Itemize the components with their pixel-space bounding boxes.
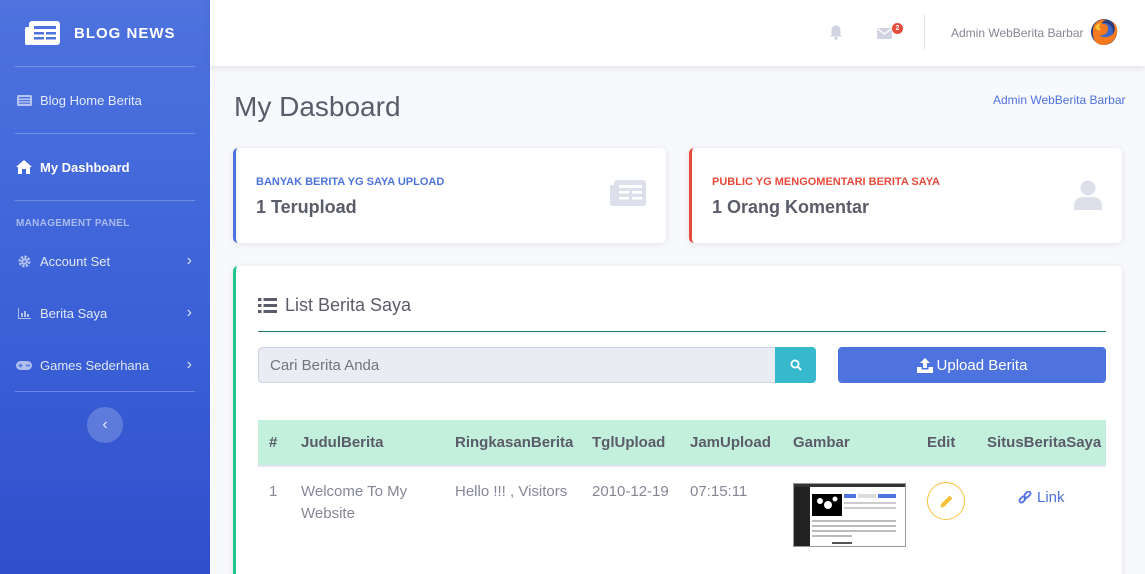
home-icon xyxy=(16,160,32,174)
sidebar-item-berita-saya[interactable]: Berita Saya › xyxy=(0,287,210,339)
topbar-divider xyxy=(924,14,925,50)
user-icon xyxy=(1074,180,1102,210)
pencil-icon xyxy=(940,495,952,507)
cell-tgl-upload: 2010-12-19 xyxy=(592,483,669,500)
column-header: Gambar xyxy=(782,420,916,467)
link-icon xyxy=(1018,491,1032,504)
stat-card-uploads: BANYAK BERITA YG SAYA UPLOAD 1 Terupload xyxy=(233,148,666,243)
upload-berita-button[interactable]: Upload Berita xyxy=(838,347,1106,383)
firefox-avatar-icon[interactable] xyxy=(1089,17,1119,47)
mail-count-badge: 2 xyxy=(892,23,903,34)
sidebar-toggle-button[interactable]: ‹ xyxy=(87,407,123,443)
newspaper-icon xyxy=(610,180,646,206)
stat-label: BANYAK BERITA YG SAYA UPLOAD xyxy=(256,176,445,188)
sidebar-item-label: Blog Home Berita xyxy=(40,92,142,108)
stat-card-comments: PUBLIC YG MENGOMENTARI BERITA SAYA 1 Ora… xyxy=(689,148,1122,243)
link-label: Link xyxy=(1037,489,1065,506)
column-header: RingkasanBerita xyxy=(444,420,581,467)
upload-icon xyxy=(916,357,933,373)
newspaper-icon xyxy=(16,93,32,107)
list-divider xyxy=(258,331,1106,332)
chevron-right-icon: › xyxy=(186,304,192,321)
sidebar-item-my-dashboard[interactable]: My Dashboard xyxy=(0,134,210,200)
cell-situs: Link xyxy=(976,466,1106,558)
sidebar-heading: MANAGEMENT PANEL xyxy=(16,218,130,229)
chart-icon xyxy=(16,306,32,320)
cell-no: 1 xyxy=(269,483,278,500)
cell-gambar xyxy=(782,466,916,558)
chevron-left-icon: ‹ xyxy=(102,416,108,433)
cell-edit xyxy=(916,466,976,558)
stat-value: 1 Terupload xyxy=(256,197,357,217)
upload-button-label: Upload Berita xyxy=(936,356,1028,374)
user-name[interactable]: Admin WebBerita Barbar xyxy=(951,26,1084,40)
column-header: JamUpload xyxy=(679,420,782,467)
search-input[interactable] xyxy=(258,347,776,383)
stat-label: PUBLIC YG MENGOMENTARI BERITA SAYA xyxy=(712,176,940,188)
situs-link[interactable]: Link xyxy=(1018,487,1065,509)
list-title: List Berita Saya xyxy=(258,295,411,316)
news-thumbnail[interactable] xyxy=(793,483,906,547)
news-table: # JudulBerita RingkasanBerita TglUpload … xyxy=(258,420,1106,558)
cell-judul: Welcome To My Website xyxy=(301,483,408,522)
sidebar-item-blog-home[interactable]: Blog Home Berita xyxy=(0,67,210,133)
stat-value: 1 Orang Komentar xyxy=(712,197,870,217)
table-row: 1 Welcome To My Website Hello !!! , Visi… xyxy=(258,466,1106,558)
column-header: Edit xyxy=(916,420,976,467)
column-header: # xyxy=(258,420,290,467)
list-icon xyxy=(258,298,277,313)
chevron-right-icon: › xyxy=(186,356,192,373)
brand-name: BLOG NEWS xyxy=(74,24,176,42)
gear-icon xyxy=(16,254,32,268)
table-header-row: # JudulBerita RingkasanBerita TglUpload … xyxy=(258,420,1106,467)
cell-ringkasan: Hello !!! , Visitors xyxy=(455,483,568,500)
sidebar-item-label: My Dashboard xyxy=(40,159,130,175)
sidebar: BLOG NEWS Blog Home Berita My Dashboard … xyxy=(0,0,210,574)
search-icon xyxy=(790,359,802,371)
chevron-right-icon: › xyxy=(186,252,192,269)
column-header: JudulBerita xyxy=(290,420,444,467)
sidebar-item-account-set[interactable]: Account Set › xyxy=(0,235,210,287)
gamepad-icon xyxy=(16,358,32,372)
newspaper-icon xyxy=(25,21,60,45)
topbar: 2 Admin WebBerita Barbar xyxy=(210,0,1145,66)
column-header: TglUpload xyxy=(581,420,679,467)
website-screenshot-image xyxy=(794,484,905,546)
edit-button[interactable] xyxy=(927,482,965,520)
sidebar-item-label: Games Sederhana xyxy=(40,357,150,373)
sidebar-divider xyxy=(15,391,195,392)
brand[interactable]: BLOG NEWS xyxy=(0,0,210,66)
page-title: My Dasboard xyxy=(234,91,401,122)
sidebar-item-label: Account Set xyxy=(40,253,111,269)
column-header: SitusBeritaSaya xyxy=(976,420,1106,467)
news-list-card: List Berita Saya Upload Berita # JudulBe… xyxy=(233,266,1122,574)
sidebar-item-label: Berita Saya xyxy=(40,305,108,321)
list-title-text: List Berita Saya xyxy=(285,295,412,315)
bell-icon[interactable] xyxy=(827,24,845,42)
cell-jam-upload: 07:15:11 xyxy=(690,483,748,500)
sidebar-item-games-sederhana[interactable]: Games Sederhana › xyxy=(0,339,210,391)
breadcrumb[interactable]: Admin WebBerita Barbar xyxy=(993,93,1126,107)
search-button[interactable] xyxy=(775,347,816,383)
